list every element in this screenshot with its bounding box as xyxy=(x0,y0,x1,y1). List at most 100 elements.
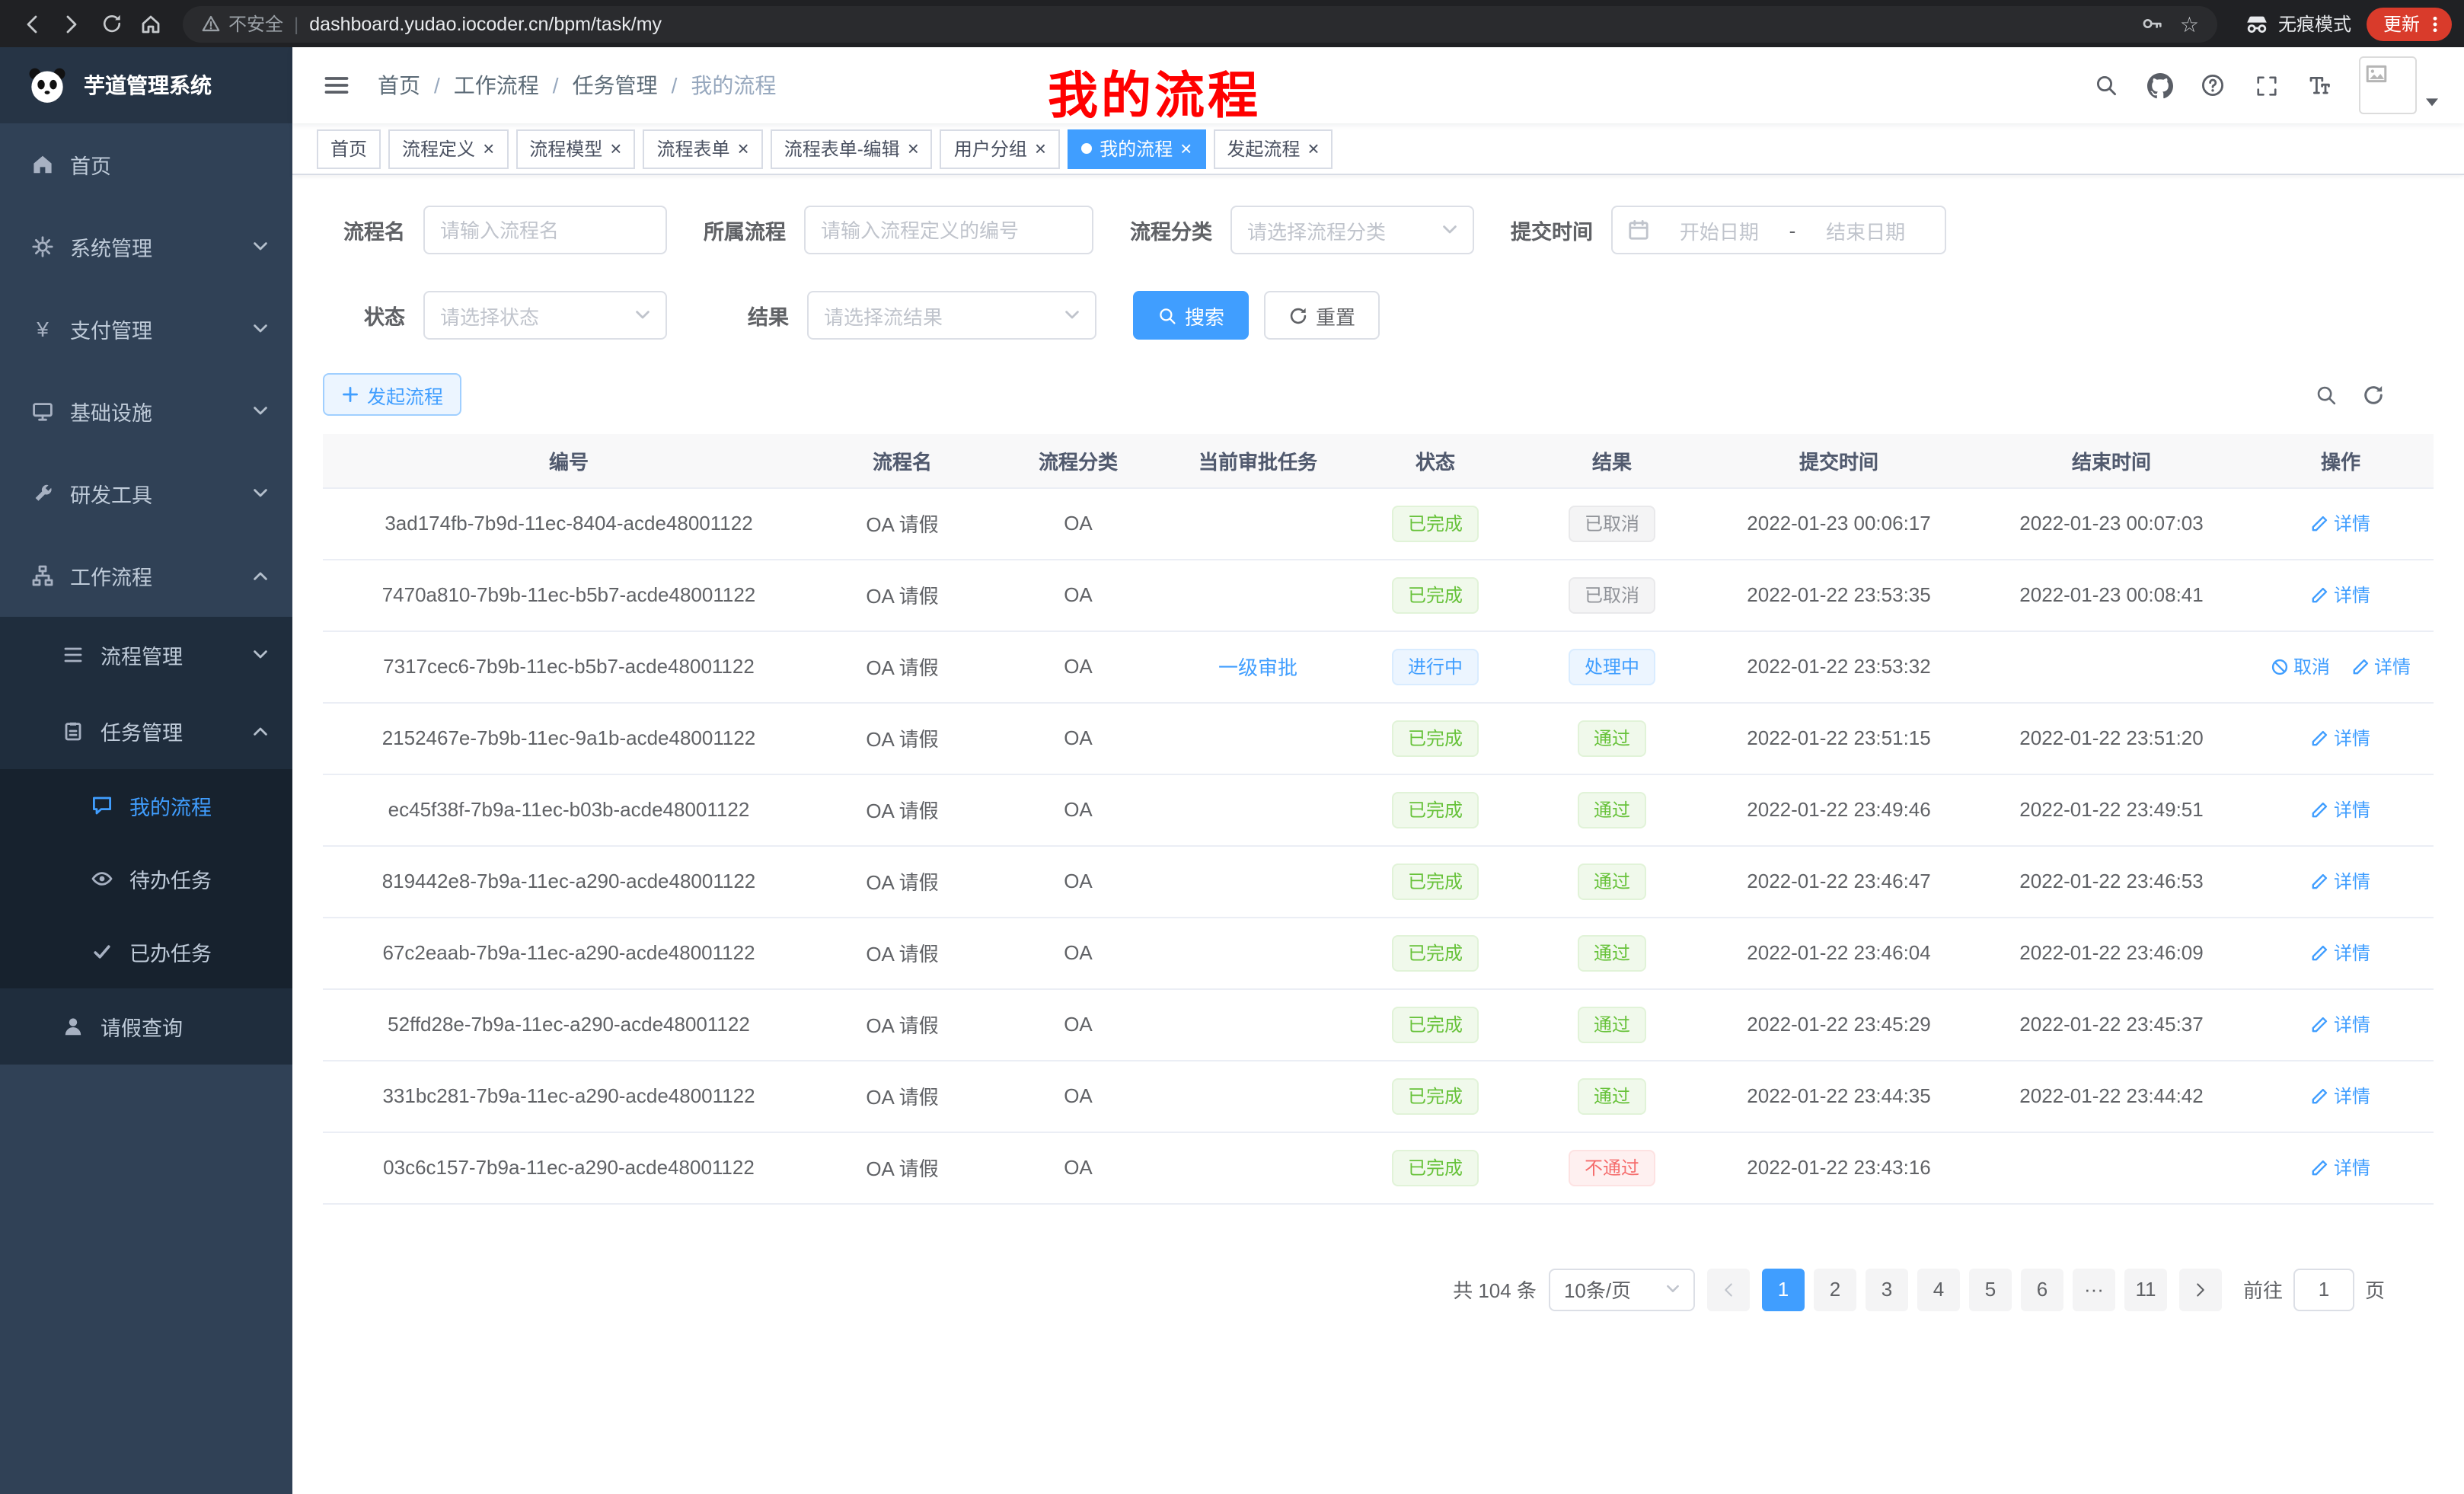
status-select[interactable]: 请选择状态 xyxy=(423,291,667,340)
cell-actions: 详情 xyxy=(2248,917,2434,988)
tab-start-process[interactable]: 发起流程× xyxy=(1213,129,1333,168)
address-separator: | xyxy=(294,13,298,34)
page-ellipsis[interactable]: ··· xyxy=(2073,1268,2115,1310)
detail-button[interactable]: 详情 xyxy=(2311,582,2370,608)
reset-button[interactable]: 重置 xyxy=(1264,291,1380,340)
logo-row[interactable]: 芋道管理系统 xyxy=(0,47,292,123)
current-task-link[interactable]: 一级审批 xyxy=(1218,656,1297,679)
cell-submit-time: 2022-01-22 23:43:16 xyxy=(1703,1132,1975,1203)
tab-process-definition[interactable]: 流程定义× xyxy=(388,129,508,168)
close-icon[interactable]: × xyxy=(738,139,749,158)
status-label: 状态 xyxy=(323,300,405,330)
tab-home[interactable]: 首页 xyxy=(317,129,381,168)
close-icon[interactable]: × xyxy=(1035,139,1046,158)
browser-reload-icon[interactable] xyxy=(91,4,131,43)
sidebar-item-label: 工作流程 xyxy=(70,560,152,591)
column-header: 当前审批任务 xyxy=(1167,434,1349,487)
page-button-2[interactable]: 2 xyxy=(1814,1268,1856,1310)
breadcrumb-item[interactable]: 工作流程 xyxy=(454,70,539,101)
page-button-6[interactable]: 6 xyxy=(2021,1268,2063,1310)
cell-category: OA xyxy=(990,487,1167,559)
tab-label: 流程模型 xyxy=(529,136,602,161)
cell-result: 通过 xyxy=(1521,1060,1703,1132)
refresh-icon[interactable] xyxy=(2362,383,2385,406)
prev-page-button[interactable] xyxy=(1707,1268,1750,1310)
sidebar-item-done-tasks[interactable]: 已办任务 xyxy=(0,915,292,988)
bookmark-star-icon[interactable]: ☆ xyxy=(2180,13,2199,34)
breadcrumb-item[interactable]: 任务管理 xyxy=(573,70,658,101)
cell-category: OA xyxy=(990,630,1167,702)
avatar[interactable] xyxy=(2359,56,2417,114)
sidebar-item-leave-query[interactable]: 请假查询 xyxy=(0,988,292,1065)
close-icon[interactable]: × xyxy=(610,139,621,158)
close-icon[interactable]: × xyxy=(483,139,494,158)
address-bar[interactable]: 不安全 | dashboard.yudao.iocoder.cn/bpm/tas… xyxy=(183,5,2217,42)
submit-time-range[interactable]: 开始日期 - 结束日期 xyxy=(1611,206,1946,254)
detail-button[interactable]: 详情 xyxy=(2311,1154,2370,1180)
next-page-button[interactable] xyxy=(2179,1268,2222,1310)
sidebar-item-system-management[interactable]: 系统管理 xyxy=(0,206,292,288)
sidebar-item-task-management[interactable]: 任务管理 xyxy=(0,693,292,769)
detail-button[interactable]: 详情 xyxy=(2311,510,2370,536)
breadcrumb-separator: / xyxy=(434,73,440,97)
page-button-1[interactable]: 1 xyxy=(1762,1268,1805,1310)
caret-down-icon[interactable] xyxy=(2424,94,2440,114)
kebab-menu-icon[interactable] xyxy=(2424,13,2446,34)
result-select[interactable]: 请选择流结果 xyxy=(807,291,1096,340)
update-label: 更新 xyxy=(2383,11,2420,37)
github-icon[interactable] xyxy=(2140,65,2179,105)
create-process-button[interactable]: 发起流程 xyxy=(323,373,461,416)
breadcrumb-item[interactable]: 首页 xyxy=(378,70,420,101)
sidebar-item-payment-management[interactable]: ¥支付管理 xyxy=(0,288,292,370)
cell-name: OA 请假 xyxy=(815,559,990,630)
breadcrumb-separator: / xyxy=(672,73,678,97)
detail-button[interactable]: 详情 xyxy=(2311,796,2370,822)
key-icon[interactable] xyxy=(2142,12,2165,35)
cell-status: 已完成 xyxy=(1349,559,1521,630)
sidebar-item-infrastructure[interactable]: 基础设施 xyxy=(0,370,292,452)
sidebar-item-my-process[interactable]: 我的流程 xyxy=(0,769,292,842)
sidebar-item-workflow[interactable]: 工作流程 xyxy=(0,535,292,617)
cancel-button[interactable]: 取消 xyxy=(2271,653,2330,679)
close-icon[interactable]: × xyxy=(1180,139,1192,158)
close-icon[interactable]: × xyxy=(908,139,919,158)
page-size-select[interactable]: 10条/页 xyxy=(1549,1268,1695,1310)
search-button[interactable]: 搜索 xyxy=(1133,291,1249,340)
tab-user-group[interactable]: 用户分组× xyxy=(940,129,1060,168)
hamburger-icon[interactable] xyxy=(317,65,356,105)
sidebar-item-process-management[interactable]: 流程管理 xyxy=(0,617,292,693)
browser-back-icon[interactable] xyxy=(12,4,52,43)
sidebar-item-dev-tools[interactable]: 研发工具 xyxy=(0,452,292,535)
help-icon[interactable] xyxy=(2193,65,2233,105)
font-size-icon[interactable] xyxy=(2300,65,2339,105)
tab-process-model[interactable]: 流程模型 × xyxy=(515,129,635,168)
detail-button[interactable]: 详情 xyxy=(2311,725,2370,751)
success-tag: 已完成 xyxy=(1393,505,1478,541)
detail-button[interactable]: 详情 xyxy=(2311,1083,2370,1109)
search-icon[interactable] xyxy=(2086,65,2126,105)
process-definition-input[interactable] xyxy=(804,206,1093,254)
page-button-3[interactable]: 3 xyxy=(1866,1268,1908,1310)
detail-button[interactable]: 详情 xyxy=(2311,1011,2370,1037)
tab-process-form[interactable]: 流程表单× xyxy=(643,129,762,168)
browser-forward-icon[interactable] xyxy=(52,4,91,43)
fullscreen-icon[interactable] xyxy=(2246,65,2286,105)
search-toggle-icon[interactable] xyxy=(2315,383,2338,406)
page-button-11[interactable]: 11 xyxy=(2124,1268,2167,1310)
sidebar-item-home[interactable]: 首页 xyxy=(0,123,292,206)
detail-button[interactable]: 详情 xyxy=(2311,868,2370,894)
browser-home-icon[interactable] xyxy=(131,4,171,43)
page-jump-input[interactable] xyxy=(2293,1268,2354,1310)
page-button-5[interactable]: 5 xyxy=(1969,1268,2012,1310)
close-icon[interactable]: × xyxy=(1307,139,1319,158)
tab-process-form-edit[interactable]: 流程表单-编辑× xyxy=(771,129,933,168)
category-select[interactable]: 请选择流程分类 xyxy=(1230,206,1474,254)
tabs-bar: 首页流程定义×流程模型×流程表单×流程表单-编辑×用户分组×我的流程×发起流程× xyxy=(292,123,2464,175)
detail-button[interactable]: 详情 xyxy=(2311,940,2370,966)
process-name-input[interactable] xyxy=(423,206,667,254)
tab-my-process[interactable]: 我的流程× xyxy=(1068,129,1205,168)
page-button-4[interactable]: 4 xyxy=(1917,1268,1960,1310)
update-button[interactable]: 更新 xyxy=(2367,7,2452,40)
sidebar-item-todo-tasks[interactable]: 待办任务 xyxy=(0,842,292,915)
detail-button[interactable]: 详情 xyxy=(2351,653,2411,679)
